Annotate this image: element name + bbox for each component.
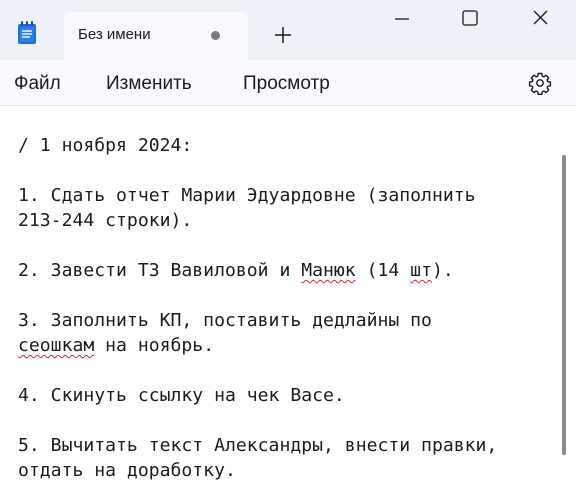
doc-line: 213-244 строки).	[18, 210, 193, 231]
doc-text: на ноябрь.	[94, 335, 215, 356]
misspelled-word[interactable]: Манюк	[301, 260, 355, 281]
notepad-icon	[16, 21, 38, 45]
misspelled-word[interactable]: сеошкам	[18, 335, 94, 356]
maximize-button[interactable]	[446, 0, 494, 40]
minimize-icon	[395, 18, 409, 20]
doc-line: сеошкам на ноябрь.	[18, 335, 214, 357]
menu-bar: Файл Изменить Просмотр	[0, 60, 576, 106]
tab-title: Без имени	[78, 26, 151, 43]
misspelled-word[interactable]: шт	[410, 260, 432, 281]
title-bar: Без имени	[0, 0, 576, 60]
maximize-icon	[462, 10, 478, 26]
unsaved-dot-icon[interactable]	[211, 31, 220, 40]
doc-text: (14	[355, 260, 411, 281]
gear-icon[interactable]	[528, 71, 552, 95]
doc-text: 2. Завести ТЗ Вавиловой и	[18, 260, 302, 281]
doc-line: 4. Скинуть ссылку на чек Васе.	[18, 385, 345, 406]
doc-line: 5. Вычитать текст Александры, внести пра…	[18, 435, 498, 456]
menu-file[interactable]: Файл	[14, 73, 61, 95]
doc-line: отдать на доработку.	[18, 460, 236, 481]
menu-view[interactable]: Просмотр	[243, 73, 330, 95]
doc-line: / 1 ноября 2024:	[18, 135, 193, 156]
tab-untitled[interactable]: Без имени	[64, 12, 248, 60]
doc-text: ).	[431, 260, 454, 281]
close-icon	[533, 10, 548, 25]
vertical-scrollbar[interactable]	[562, 155, 566, 455]
doc-line: 3. Заполнить КП, поставить дедлайны по	[18, 310, 432, 331]
minimize-button[interactable]	[378, 0, 426, 40]
close-button[interactable]	[516, 0, 564, 40]
plus-icon[interactable]	[270, 22, 296, 48]
menu-edit[interactable]: Изменить	[106, 73, 192, 95]
doc-line: 1. Сдать отчет Марии Эдуардовне (заполни…	[18, 185, 476, 206]
doc-line: 2. Завести ТЗ Вавиловой и Манюк (14 шт).	[18, 260, 454, 282]
